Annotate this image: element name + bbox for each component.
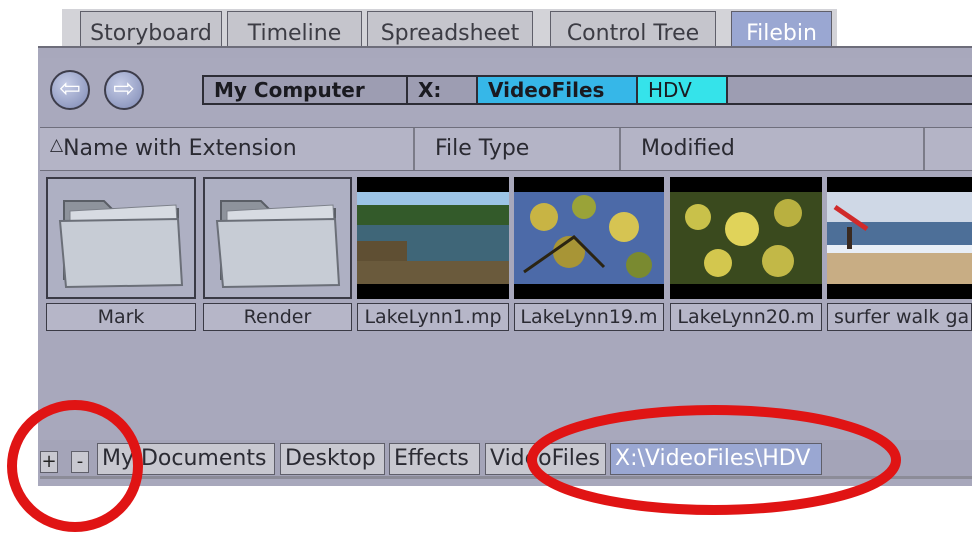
highlight-circle-path-tab bbox=[527, 405, 901, 515]
filebin-window: Storyboard Timeline Spreadsheet Control … bbox=[0, 0, 972, 533]
highlight-circle-plus-minus bbox=[7, 400, 143, 532]
highlight-annotations bbox=[7, 400, 901, 532]
